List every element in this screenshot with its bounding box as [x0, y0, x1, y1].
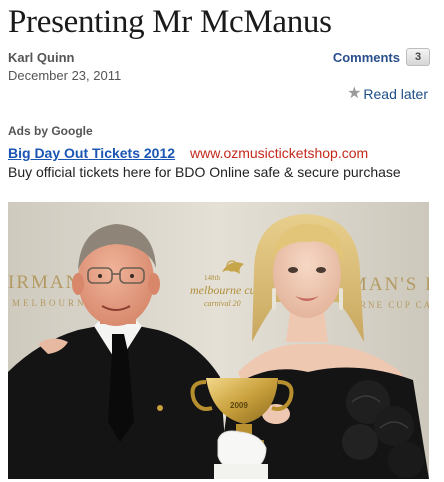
article-author[interactable]: Karl Quinn: [8, 50, 74, 65]
read-later-widget[interactable]: ★ Read later: [347, 86, 428, 103]
backdrop-text-center-2: melbourne cup: [190, 283, 262, 297]
backdrop-text-center-1: 148th: [204, 274, 220, 282]
ad-url[interactable]: www.ozmusicticketshop.com: [190, 145, 368, 161]
backdrop-text-right-2: RNE CUP CA: [360, 300, 429, 310]
trophy-year: 2009: [230, 401, 248, 410]
backdrop-text-right-1: MAN'S DI: [350, 274, 429, 295]
ads-label[interactable]: Ads by Google: [8, 124, 93, 138]
article-title: Presenting Mr McManus: [8, 4, 332, 40]
article-photo[interactable]: IRMAN'S MELBOURNE 148th melbourne cup ca…: [8, 202, 429, 479]
photo-illustration: IRMAN'S MELBOURNE 148th melbourne cup ca…: [8, 202, 429, 479]
star-icon[interactable]: ★: [347, 86, 361, 102]
comments-widget[interactable]: Comments 3: [333, 48, 430, 66]
comments-count-badge[interactable]: 3: [406, 48, 430, 66]
article-date: December 23, 2011: [8, 68, 122, 83]
backdrop-text-center-3: carnival 20: [204, 299, 241, 308]
comments-link[interactable]: Comments: [333, 50, 400, 65]
ad-title-link[interactable]: Big Day Out Tickets 2012: [8, 145, 175, 161]
ad-description: Buy official tickets here for BDO Online…: [8, 164, 401, 180]
read-later-link[interactable]: Read later: [363, 86, 428, 102]
